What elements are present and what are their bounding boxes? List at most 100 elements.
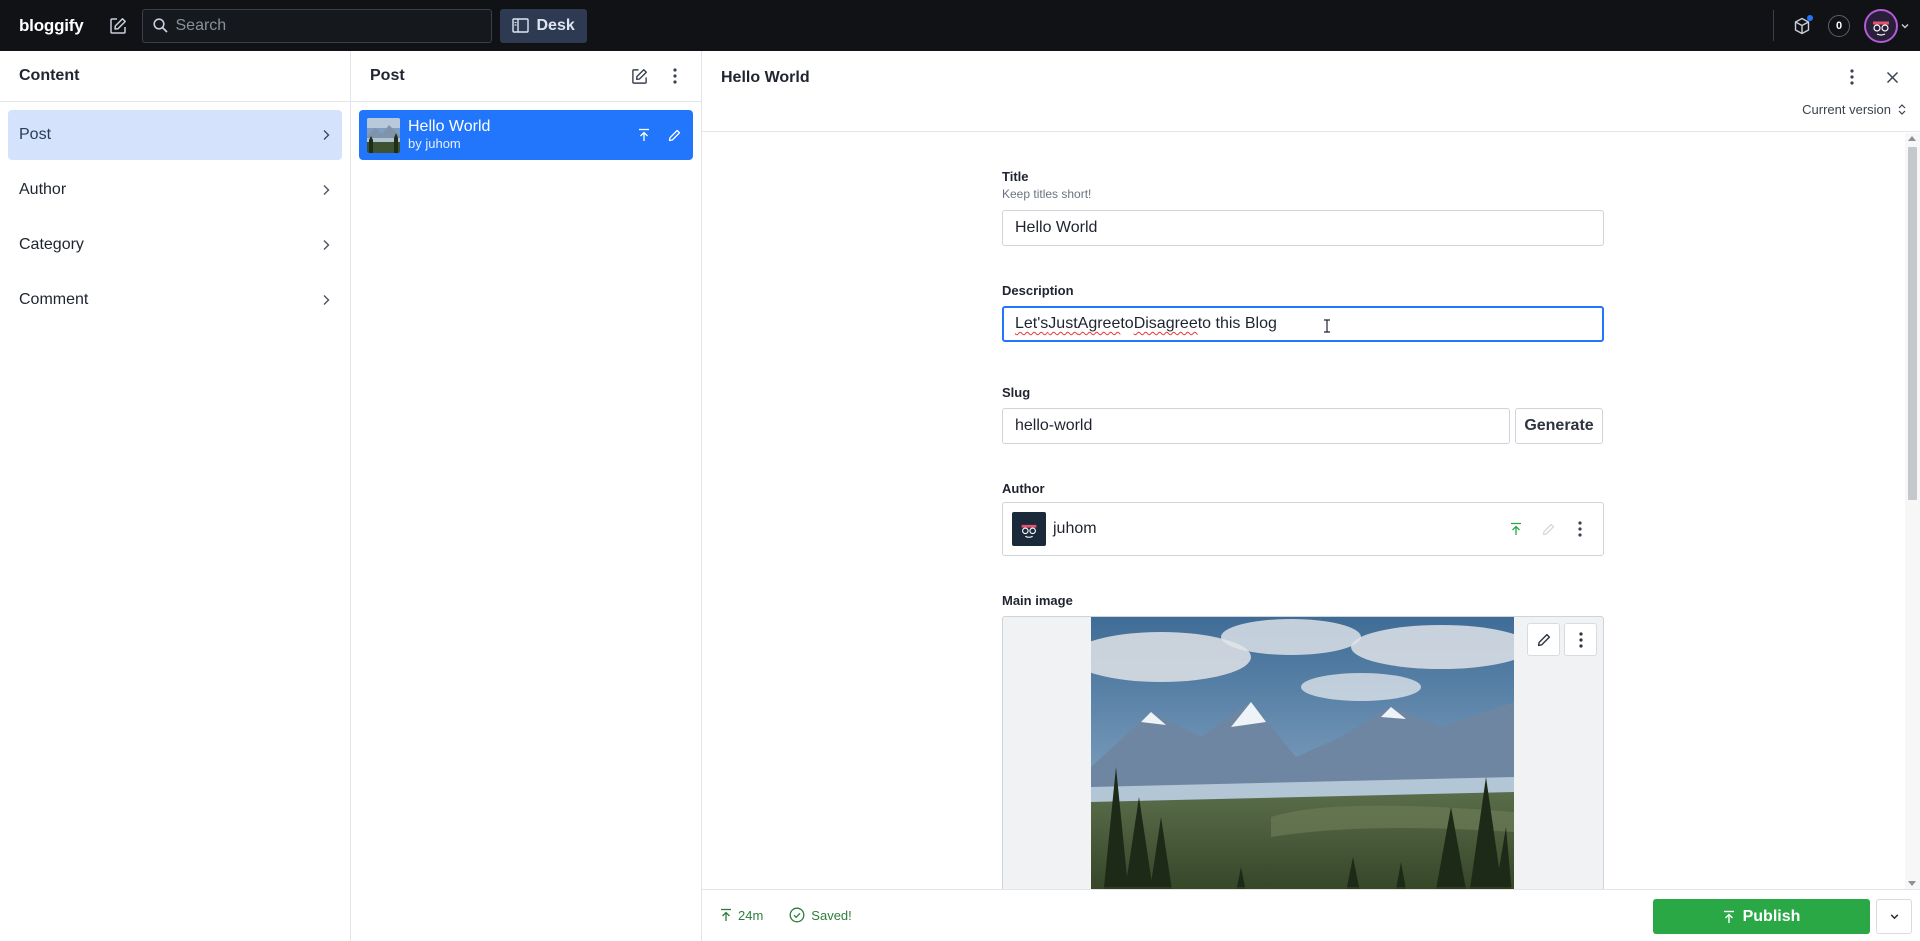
content-pane-header: Content xyxy=(0,51,350,102)
field-label: Main image xyxy=(1002,593,1073,608)
field-label: Author xyxy=(1002,481,1045,496)
title-input[interactable]: Hello World xyxy=(1002,210,1604,246)
document-footer: 24m Saved! Publish xyxy=(702,889,1920,941)
document-form-scroll[interactable]: Title Keep titles short! Hello World Des… xyxy=(702,133,1920,889)
nav-item-post[interactable]: Post xyxy=(8,110,342,160)
document-header-title: Hello World xyxy=(721,69,810,86)
user-menu[interactable] xyxy=(1864,8,1910,43)
scroll-up-icon[interactable] xyxy=(1908,136,1916,141)
nav-item-comment[interactable]: Comment xyxy=(8,275,342,325)
scroll-down-icon[interactable] xyxy=(1908,881,1916,886)
pane-title: Content xyxy=(19,67,80,84)
top-navbar: bloggify Desk 0 xyxy=(0,0,1920,51)
resources-button[interactable] xyxy=(1786,10,1818,42)
content-type-list: Post Author Category Comment xyxy=(0,102,350,338)
document-pane: Hello World Current version Title Keep t… xyxy=(702,51,1920,941)
publish-button[interactable]: Publish xyxy=(1653,899,1870,934)
main-image-field: Main image xyxy=(1002,593,1604,889)
presence-count-badge[interactable]: 0 xyxy=(1828,14,1850,37)
text-segment: to xyxy=(1120,315,1134,332)
divider xyxy=(1773,10,1774,41)
document-list: Hello World by juhom xyxy=(351,102,701,168)
main-image-preview xyxy=(1091,617,1514,889)
chevron-right-icon xyxy=(323,185,330,195)
document-header: Hello World Current version xyxy=(702,51,1920,132)
save-status: Saved! xyxy=(789,907,852,923)
text-cursor-icon xyxy=(1323,319,1331,333)
more-vertical-icon xyxy=(1850,69,1854,85)
chevron-right-icon xyxy=(323,240,330,250)
pencil-icon xyxy=(1537,633,1550,646)
field-label: Description xyxy=(1002,283,1074,298)
nav-item-label: Post xyxy=(19,126,52,143)
author-menu-button[interactable] xyxy=(1565,513,1595,545)
post-pane-header: Post xyxy=(351,51,701,102)
pencil-icon xyxy=(668,129,680,141)
nav-item-category[interactable]: Category xyxy=(8,220,342,270)
edit-image-button[interactable] xyxy=(1527,623,1560,656)
author-draft-status xyxy=(1533,513,1563,545)
compose-icon xyxy=(109,17,126,34)
author-name: juhom xyxy=(1053,520,1097,537)
more-vertical-icon xyxy=(1578,521,1582,537)
chevron-right-icon xyxy=(323,295,330,305)
field-label: Title xyxy=(1002,169,1029,184)
version-selector[interactable]: Current version xyxy=(1802,102,1906,117)
publish-arrow-icon xyxy=(1723,910,1734,923)
author-field: Author juhom xyxy=(1002,481,1604,556)
scrollbar-thumb[interactable] xyxy=(1908,147,1917,500)
nav-item-label: Category xyxy=(19,236,84,253)
author-avatar xyxy=(1012,512,1046,546)
publish-arrow-icon xyxy=(639,128,649,141)
chevron-down-icon xyxy=(1901,23,1909,28)
description-input[interactable]: Let's Just Agree to Disagree to this Blo… xyxy=(1002,306,1604,342)
slug-field: Slug hello-world Generate xyxy=(1002,385,1604,444)
main-image-input[interactable] xyxy=(1002,616,1604,889)
image-menu-button[interactable] xyxy=(1564,623,1597,656)
publish-arrow-icon xyxy=(1511,522,1521,535)
document-subtitle: by juhom xyxy=(408,136,461,151)
nav-item-label: Author xyxy=(19,181,67,198)
published-ago: 24m xyxy=(720,908,763,923)
save-status-text: Saved! xyxy=(811,907,852,923)
pane-menu-button[interactable] xyxy=(659,60,691,92)
description-field: Description Let's Just Agree to Disagree… xyxy=(1002,283,1604,342)
document-menu-button[interactable] xyxy=(1836,61,1868,93)
author-published-status xyxy=(1501,513,1531,545)
generate-slug-button[interactable]: Generate xyxy=(1515,408,1603,444)
notification-dot xyxy=(1807,14,1813,21)
desk-tool-button[interactable]: Desk xyxy=(499,8,587,43)
misspelled-word: Agree xyxy=(1077,315,1121,332)
document-list-item[interactable]: Hello World by juhom xyxy=(359,110,693,160)
publish-arrow-icon xyxy=(721,908,731,921)
chevron-down-icon xyxy=(1890,914,1898,920)
search-box[interactable] xyxy=(141,8,492,43)
publish-label: Publish xyxy=(1742,907,1801,925)
up-down-icon xyxy=(1898,104,1906,115)
pane-title: Post xyxy=(370,67,405,84)
compose-button[interactable] xyxy=(102,10,134,42)
create-post-button[interactable] xyxy=(623,60,655,92)
draft-status xyxy=(661,120,687,150)
published-ago-text: 24m xyxy=(738,907,764,923)
desk-icon xyxy=(511,18,529,33)
more-actions-button[interactable] xyxy=(1876,899,1912,934)
author-reference[interactable]: juhom xyxy=(1002,502,1604,556)
close-pane-button[interactable] xyxy=(1876,61,1908,93)
published-status xyxy=(631,120,657,150)
document-form: Title Keep titles short! Hello World Des… xyxy=(1002,169,1604,889)
nav-item-label: Comment xyxy=(19,291,89,308)
pencil-icon xyxy=(1542,523,1554,535)
slug-input[interactable]: hello-world xyxy=(1002,408,1510,444)
field-description: Keep titles short! xyxy=(1002,187,1092,201)
version-label: Current version xyxy=(1802,102,1891,117)
desk-label: Desk xyxy=(536,16,575,34)
title-field: Title Keep titles short! Hello World xyxy=(1002,169,1604,246)
document-scrollbar[interactable] xyxy=(1905,133,1920,889)
misspelled-word: Just xyxy=(1048,315,1078,332)
app-logo[interactable]: bloggify xyxy=(19,16,84,36)
search-input[interactable] xyxy=(175,16,476,35)
nav-item-author[interactable]: Author xyxy=(8,165,342,215)
search-icon xyxy=(152,18,168,33)
document-thumbnail xyxy=(367,117,400,153)
